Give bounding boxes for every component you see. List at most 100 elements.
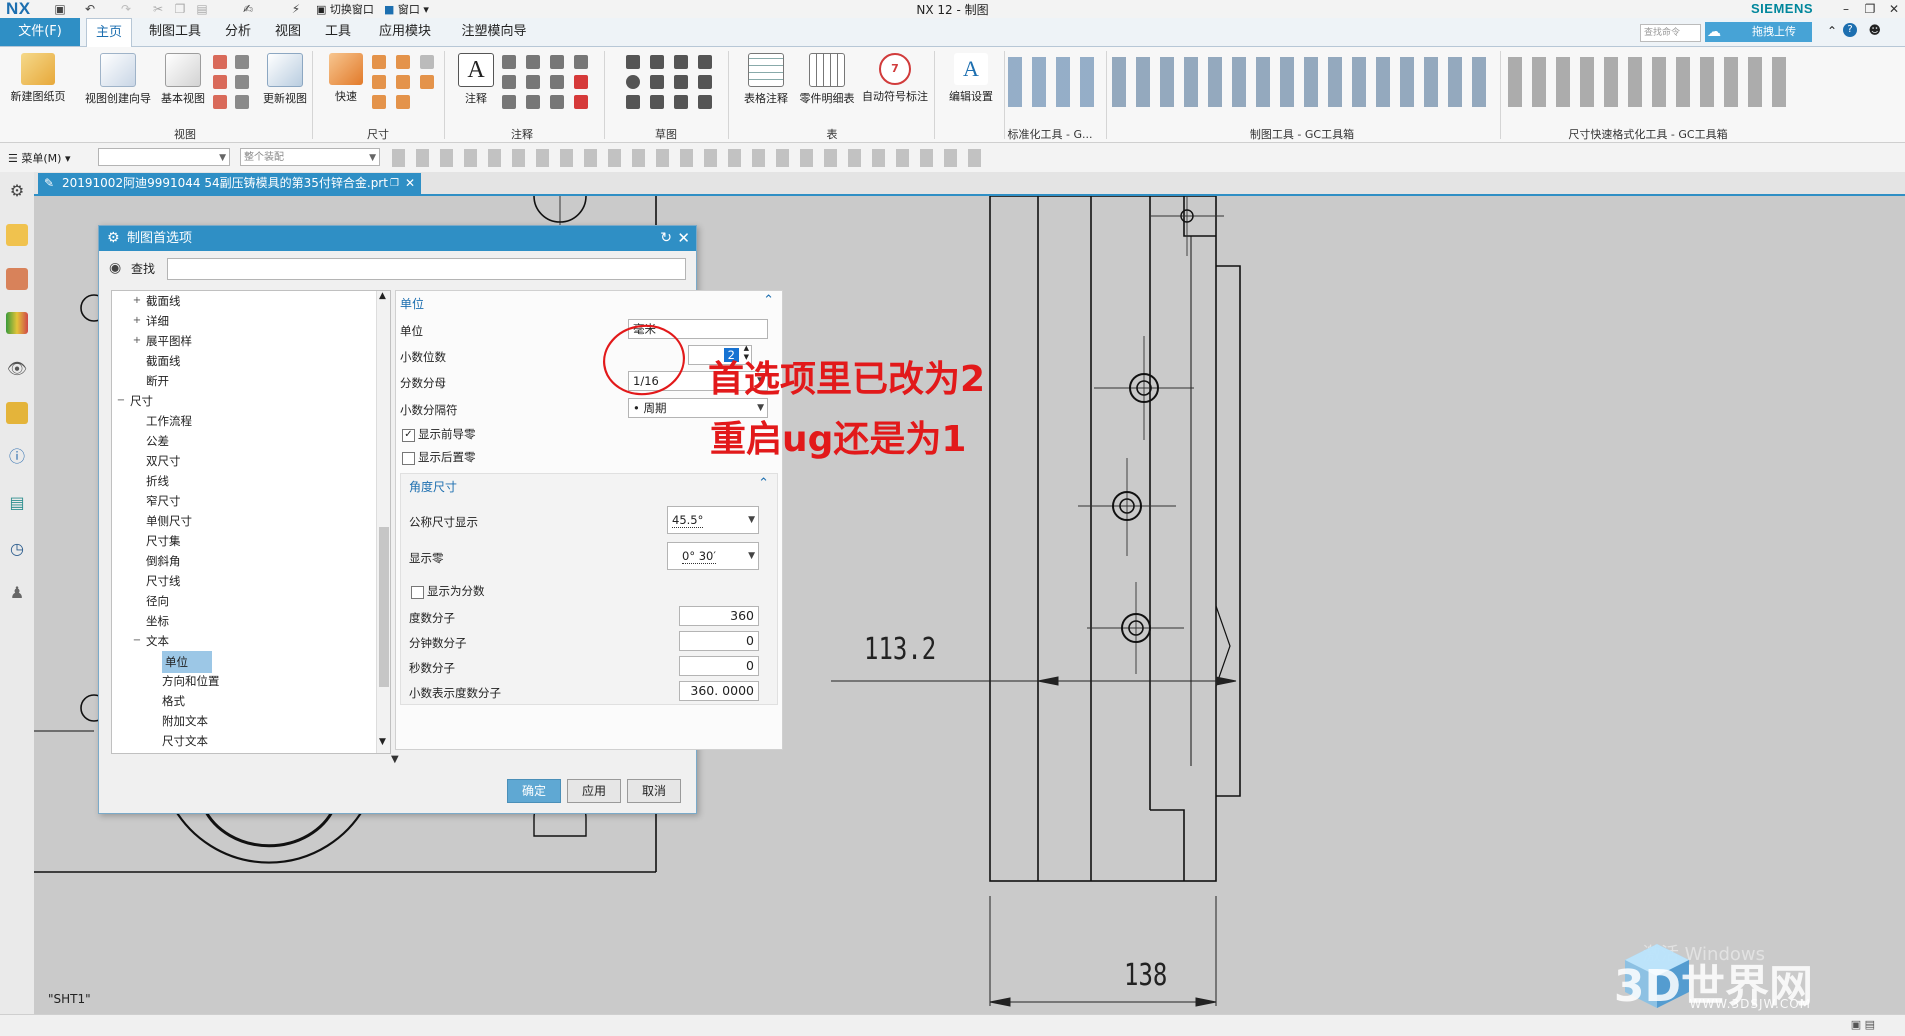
- image-icon[interactable]: [502, 95, 516, 109]
- nominal-display-select[interactable]: 45.5° ▼: [667, 506, 759, 534]
- thickness-dim-icon[interactable]: [396, 75, 410, 89]
- balloon-icon[interactable]: [574, 95, 588, 109]
- section-view-icon[interactable]: [213, 55, 227, 69]
- more-sketch-icon[interactable]: [698, 95, 712, 109]
- collapse-ribbon-icon[interactable]: ⌃: [1827, 24, 1837, 38]
- region-fill-icon[interactable]: [526, 95, 540, 109]
- tree-item[interactable]: 格式: [112, 691, 374, 711]
- break-view-icon[interactable]: [235, 75, 249, 89]
- arc-icon[interactable]: [698, 55, 712, 69]
- tab-home[interactable]: 主页: [86, 18, 132, 48]
- view-boundary-icon[interactable]: [235, 95, 249, 109]
- restore-button[interactable]: ❐: [1859, 0, 1881, 18]
- roles-icon[interactable]: ♟: [6, 582, 28, 604]
- tree-item[interactable]: 单位: [112, 651, 374, 673]
- menu-button[interactable]: ☰ 菜单(M) ▾: [8, 150, 70, 166]
- tab-view[interactable]: 视图: [268, 18, 308, 46]
- edit-settings-button[interactable]: A 编辑设置: [944, 53, 998, 104]
- degree-numerator-input[interactable]: 360: [679, 606, 759, 626]
- tree-item[interactable]: 工作流程: [112, 411, 374, 431]
- detail-view-icon[interactable]: [213, 75, 227, 89]
- close-icon[interactable]: ✕: [677, 226, 690, 251]
- datum-feature-icon[interactable]: [526, 55, 540, 69]
- rapid-dimension-button[interactable]: 快速: [326, 53, 366, 104]
- parts-list-button[interactable]: 零件明细表: [796, 53, 858, 106]
- expand-icon[interactable]: +: [132, 331, 142, 351]
- status-icons[interactable]: ▣ ▤: [1851, 1018, 1875, 1031]
- gc-dimension-format-icons[interactable]: [1508, 57, 1788, 107]
- tree-scrollbar[interactable]: ▲ ▼: [376, 291, 390, 753]
- user-icon[interactable]: ☻: [1868, 23, 1881, 37]
- offset-curve-icon[interactable]: [674, 95, 688, 109]
- show-zero-select[interactable]: 0° 30′ ▼: [667, 542, 759, 570]
- auto-balloon-button[interactable]: 7 自动符号标注: [858, 53, 932, 104]
- dimension-label-113[interactable]: 113.2: [864, 632, 936, 667]
- tree-item[interactable]: 窄尺寸: [112, 491, 374, 511]
- radial-dim-icon[interactable]: [396, 55, 410, 69]
- sketch-profile-icon[interactable]: [626, 55, 640, 69]
- tree-item[interactable]: 截面线: [112, 351, 374, 371]
- base-view-button[interactable]: 基本视图: [156, 53, 210, 106]
- line-icon[interactable]: [674, 55, 688, 69]
- tree-item[interactable]: 方向和位置: [112, 671, 374, 691]
- tree-item[interactable]: 尺寸线: [112, 571, 374, 591]
- rectangle-icon[interactable]: [650, 55, 664, 69]
- standard-tools-icons[interactable]: [1008, 57, 1104, 107]
- minimize-button[interactable]: –: [1835, 0, 1857, 18]
- second-numerator-input[interactable]: 0: [679, 656, 759, 676]
- tab-application[interactable]: 应用模块: [370, 18, 440, 46]
- tree-item[interactable]: 坐标: [112, 611, 374, 631]
- datum-target-icon[interactable]: [550, 55, 564, 69]
- history-palette-icon[interactable]: [6, 402, 28, 424]
- reuse-library-icon[interactable]: [6, 312, 28, 334]
- weld-symbol-icon[interactable]: [526, 75, 540, 89]
- units-section-title[interactable]: 单位: [400, 295, 424, 312]
- view-break-icon[interactable]: [213, 95, 227, 109]
- document-icon[interactable]: ▤: [6, 492, 28, 514]
- scroll-thumb[interactable]: [379, 527, 389, 687]
- collapse-icon[interactable]: ⌃: [758, 476, 769, 491]
- target-point-icon[interactable]: [574, 55, 588, 69]
- linear-dim-icon[interactable]: [372, 55, 386, 69]
- expand-icon[interactable]: +: [132, 291, 142, 311]
- tab-mold-wizard[interactable]: 注塑模向导: [452, 18, 536, 46]
- arc-length-dim-icon[interactable]: [420, 75, 434, 89]
- type-filter-select[interactable]: ▼: [98, 148, 230, 166]
- minute-numerator-input[interactable]: 0: [679, 631, 759, 651]
- surface-finish-icon[interactable]: [502, 75, 516, 89]
- decimal-degree-input[interactable]: 360. 0000: [679, 681, 759, 701]
- trailing-zero-checkbox[interactable]: [402, 452, 415, 465]
- cancel-button[interactable]: 取消: [627, 779, 681, 803]
- find-input[interactable]: [167, 258, 686, 280]
- help-icon[interactable]: ?: [1843, 23, 1857, 37]
- tree-item[interactable]: 尺寸文本: [112, 731, 374, 751]
- undock-icon[interactable]: ❐: [390, 173, 399, 194]
- spline-icon[interactable]: [674, 75, 688, 89]
- note-button[interactable]: A 注释: [456, 53, 496, 106]
- reset-icon[interactable]: ↻: [660, 226, 672, 251]
- expand-more-icon[interactable]: ▼: [391, 754, 399, 765]
- tree-item[interactable]: 尺寸集: [112, 531, 374, 551]
- assembly-navigator-icon[interactable]: [6, 268, 28, 290]
- tree-item[interactable]: 公差: [112, 431, 374, 451]
- show-fraction-checkbox[interactable]: [411, 586, 424, 599]
- collapse-icon[interactable]: −: [116, 391, 126, 411]
- ellipse-icon[interactable]: [626, 95, 640, 109]
- new-sheet-button[interactable]: 新建图纸页: [6, 53, 70, 104]
- hatch-icon[interactable]: [574, 75, 588, 89]
- ok-button[interactable]: 确定: [507, 779, 561, 803]
- web-browser-icon[interactable]: 👁: [6, 358, 28, 380]
- tab-analysis[interactable]: 分析: [218, 18, 258, 46]
- close-button[interactable]: ✕: [1883, 0, 1905, 18]
- tree-item[interactable]: + 截面线: [112, 291, 374, 311]
- document-tab[interactable]: ✎ 20191002阿迪9991044 54副压铸模具的第35付锌合金.prt …: [38, 173, 421, 194]
- tab-tools[interactable]: 工具: [318, 18, 358, 46]
- tree-item[interactable]: 单侧尺寸: [112, 511, 374, 531]
- tree-item[interactable]: + 详细: [112, 311, 374, 331]
- table-note-button[interactable]: 表格注释: [740, 53, 792, 106]
- settings-gear-icon[interactable]: ⚙: [6, 180, 28, 202]
- intersection-icon[interactable]: [550, 75, 564, 89]
- snap-point-icons[interactable]: [392, 149, 992, 167]
- tree-item[interactable]: + 展平图样: [112, 331, 374, 351]
- tree-item[interactable]: 径向: [112, 591, 374, 611]
